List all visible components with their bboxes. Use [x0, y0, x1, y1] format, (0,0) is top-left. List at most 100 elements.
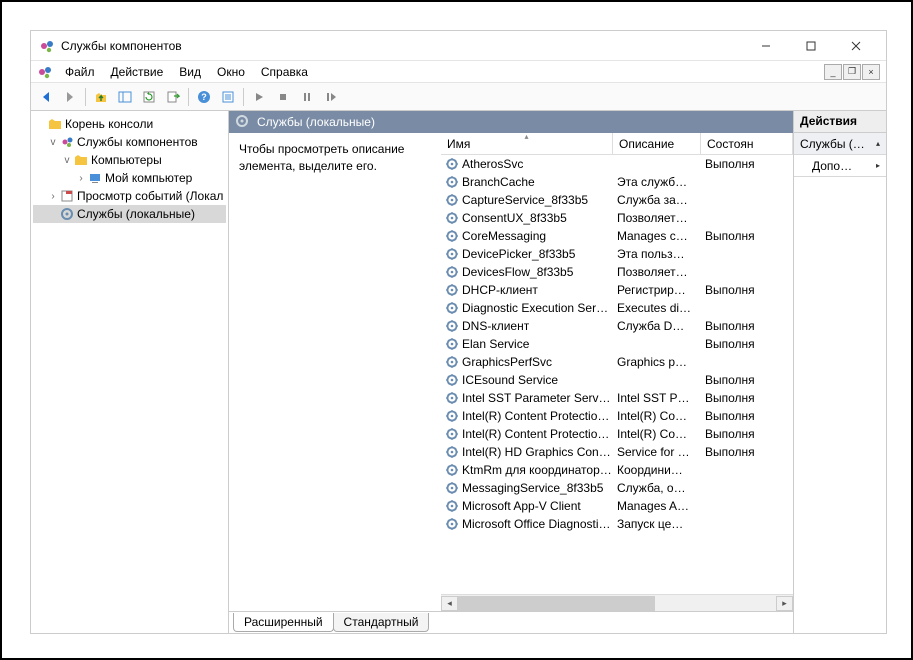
gear-icon [445, 481, 459, 495]
minimize-button[interactable] [743, 31, 788, 61]
service-name: Microsoft App-V Client [462, 499, 581, 513]
restart-button[interactable] [320, 86, 342, 108]
tree-component-services[interactable]: v Службы компонентов [33, 133, 226, 151]
main-window: Службы компонентов Файл Действие Вид Окн… [30, 30, 887, 634]
service-row[interactable]: DNS-клиентСлужба D…Выполня [441, 317, 793, 335]
screenshot-frame: Службы компонентов Файл Действие Вид Окн… [0, 0, 913, 660]
collapse-icon[interactable]: v [61, 155, 73, 166]
service-row[interactable]: Elan ServiceВыполня [441, 335, 793, 353]
tree-services-local[interactable]: Службы (локальные) [33, 205, 226, 223]
play-button[interactable] [248, 86, 270, 108]
service-row[interactable]: Microsoft Office Diagnostic…Запуск це… [441, 515, 793, 533]
svg-text:?: ? [201, 92, 207, 102]
service-row[interactable]: CaptureService_8f33b5Служба за… [441, 191, 793, 209]
service-name: Microsoft Office Diagnostic… [462, 517, 613, 531]
gear-icon [445, 337, 459, 351]
service-status: Выполня [701, 157, 793, 171]
view-tabs: Расширенный Стандартный [229, 611, 793, 633]
tree-pane[interactable]: Корень консоли v Службы компонентов v Ко… [31, 111, 229, 633]
service-row[interactable]: KtmRm для координатора …Координи… [441, 461, 793, 479]
column-status[interactable]: Состоян [701, 133, 793, 154]
service-desc: Служба D… [613, 319, 701, 333]
gear-icon [445, 499, 459, 513]
service-status: Выполня [701, 373, 793, 387]
menu-view[interactable]: Вид [171, 63, 209, 81]
pause-button[interactable] [296, 86, 318, 108]
scroll-left-button[interactable]: ◂ [441, 596, 458, 611]
action-services[interactable]: Службы (… ▴ [794, 133, 886, 155]
stop-button[interactable] [272, 86, 294, 108]
gear-icon [445, 409, 459, 423]
app-icon [39, 38, 55, 54]
scroll-thumb[interactable] [458, 596, 655, 611]
forward-button[interactable] [59, 86, 81, 108]
mdi-close[interactable]: × [862, 64, 880, 80]
service-desc: Manages A… [613, 499, 701, 513]
help-button[interactable]: ? [193, 86, 215, 108]
service-row[interactable]: GraphicsPerfSvcGraphics p… [441, 353, 793, 371]
tab-standard[interactable]: Стандартный [333, 613, 430, 632]
service-row[interactable]: Intel SST Parameter ServiceIntel SST P…В… [441, 389, 793, 407]
export-button[interactable] [162, 86, 184, 108]
properties-button[interactable] [217, 86, 239, 108]
service-name: CoreMessaging [462, 229, 546, 243]
tab-extended[interactable]: Расширенный [233, 613, 334, 632]
service-status: Выполня [701, 319, 793, 333]
expand-icon[interactable]: › [75, 173, 87, 184]
service-row[interactable]: CoreMessagingManages c…Выполня [441, 227, 793, 245]
mdi-restore[interactable]: ❐ [843, 64, 861, 80]
service-row[interactable]: Intel(R) HD Graphics Contro…Service for … [441, 443, 793, 461]
actions-pane: Действия Службы (… ▴ Допо… ▸ [794, 111, 886, 633]
service-row[interactable]: DevicesFlow_8f33b5Позволяет… [441, 263, 793, 281]
tree-computers[interactable]: v Компьютеры [33, 151, 226, 169]
collapse-icon[interactable]: v [47, 137, 59, 148]
tree-root[interactable]: Корень консоли [33, 115, 226, 133]
mdi-minimize[interactable]: _ [824, 64, 842, 80]
service-desc: Executes di… [613, 301, 701, 315]
menu-help[interactable]: Справка [253, 63, 316, 81]
scroll-right-button[interactable]: ▸ [776, 596, 793, 611]
mdi-controls: _ ❐ × [824, 64, 880, 80]
actions-header: Действия [794, 111, 886, 133]
tree-event-viewer[interactable]: › Просмотр событий (Локал [33, 187, 226, 205]
back-button[interactable] [35, 86, 57, 108]
list-body[interactable]: AtherosSvc Выполня BranchCacheЭта служб…Ca… [441, 155, 793, 594]
action-more[interactable]: Допо… ▸ [794, 155, 886, 177]
service-row[interactable]: DHCP-клиентРегистрир…Выполня [441, 281, 793, 299]
service-row[interactable]: Diagnostic Execution ServiceExecutes di… [441, 299, 793, 317]
service-desc: Service for … [613, 445, 701, 459]
service-row[interactable]: ConsentUX_8f33b5Позволяет… [441, 209, 793, 227]
service-row[interactable]: ICEsound ServiceВыполня [441, 371, 793, 389]
horizontal-scrollbar[interactable]: ◂ ▸ [441, 594, 793, 611]
tree-my-computer[interactable]: › Мой компьютер [33, 169, 226, 187]
service-name: AtherosSvc [462, 157, 523, 171]
service-name: Intel SST Parameter Service [462, 391, 613, 405]
menu-action[interactable]: Действие [103, 63, 172, 81]
service-row[interactable]: Microsoft App-V Client Manages A… [441, 497, 793, 515]
service-row[interactable]: Intel(R) Content Protection …Intel(R) Co… [441, 425, 793, 443]
up-folder-button[interactable] [90, 86, 112, 108]
service-desc: Intel(R) Co… [613, 427, 701, 441]
column-description[interactable]: Описание [613, 133, 701, 154]
menu-file[interactable]: Файл [57, 63, 103, 81]
service-desc: Служба, о… [613, 481, 701, 495]
scroll-track[interactable] [458, 596, 776, 611]
service-row[interactable]: DevicePicker_8f33b5Эта польз… [441, 245, 793, 263]
service-row[interactable]: MessagingService_8f33b5Служба, о… [441, 479, 793, 497]
close-button[interactable] [833, 31, 878, 61]
gear-icon [445, 517, 459, 531]
service-row[interactable]: Intel(R) Content Protection …Intel(R) Co… [441, 407, 793, 425]
service-status: Выполня [701, 229, 793, 243]
menu-window[interactable]: Окно [209, 63, 253, 81]
service-row[interactable]: BranchCacheЭта служб… [441, 173, 793, 191]
show-tree-button[interactable] [114, 86, 136, 108]
column-name[interactable]: ▴ Имя [441, 133, 613, 154]
folder-icon [47, 116, 63, 132]
service-row[interactable]: AtherosSvc Выполня [441, 155, 793, 173]
center-header: Службы (локальные) [229, 111, 793, 133]
maximize-button[interactable] [788, 31, 833, 61]
refresh-button[interactable] [138, 86, 160, 108]
service-name: DevicesFlow_8f33b5 [462, 265, 573, 279]
expand-icon[interactable]: › [47, 191, 59, 202]
center-pane: Службы (локальные) Чтобы просмотреть опи… [229, 111, 794, 633]
